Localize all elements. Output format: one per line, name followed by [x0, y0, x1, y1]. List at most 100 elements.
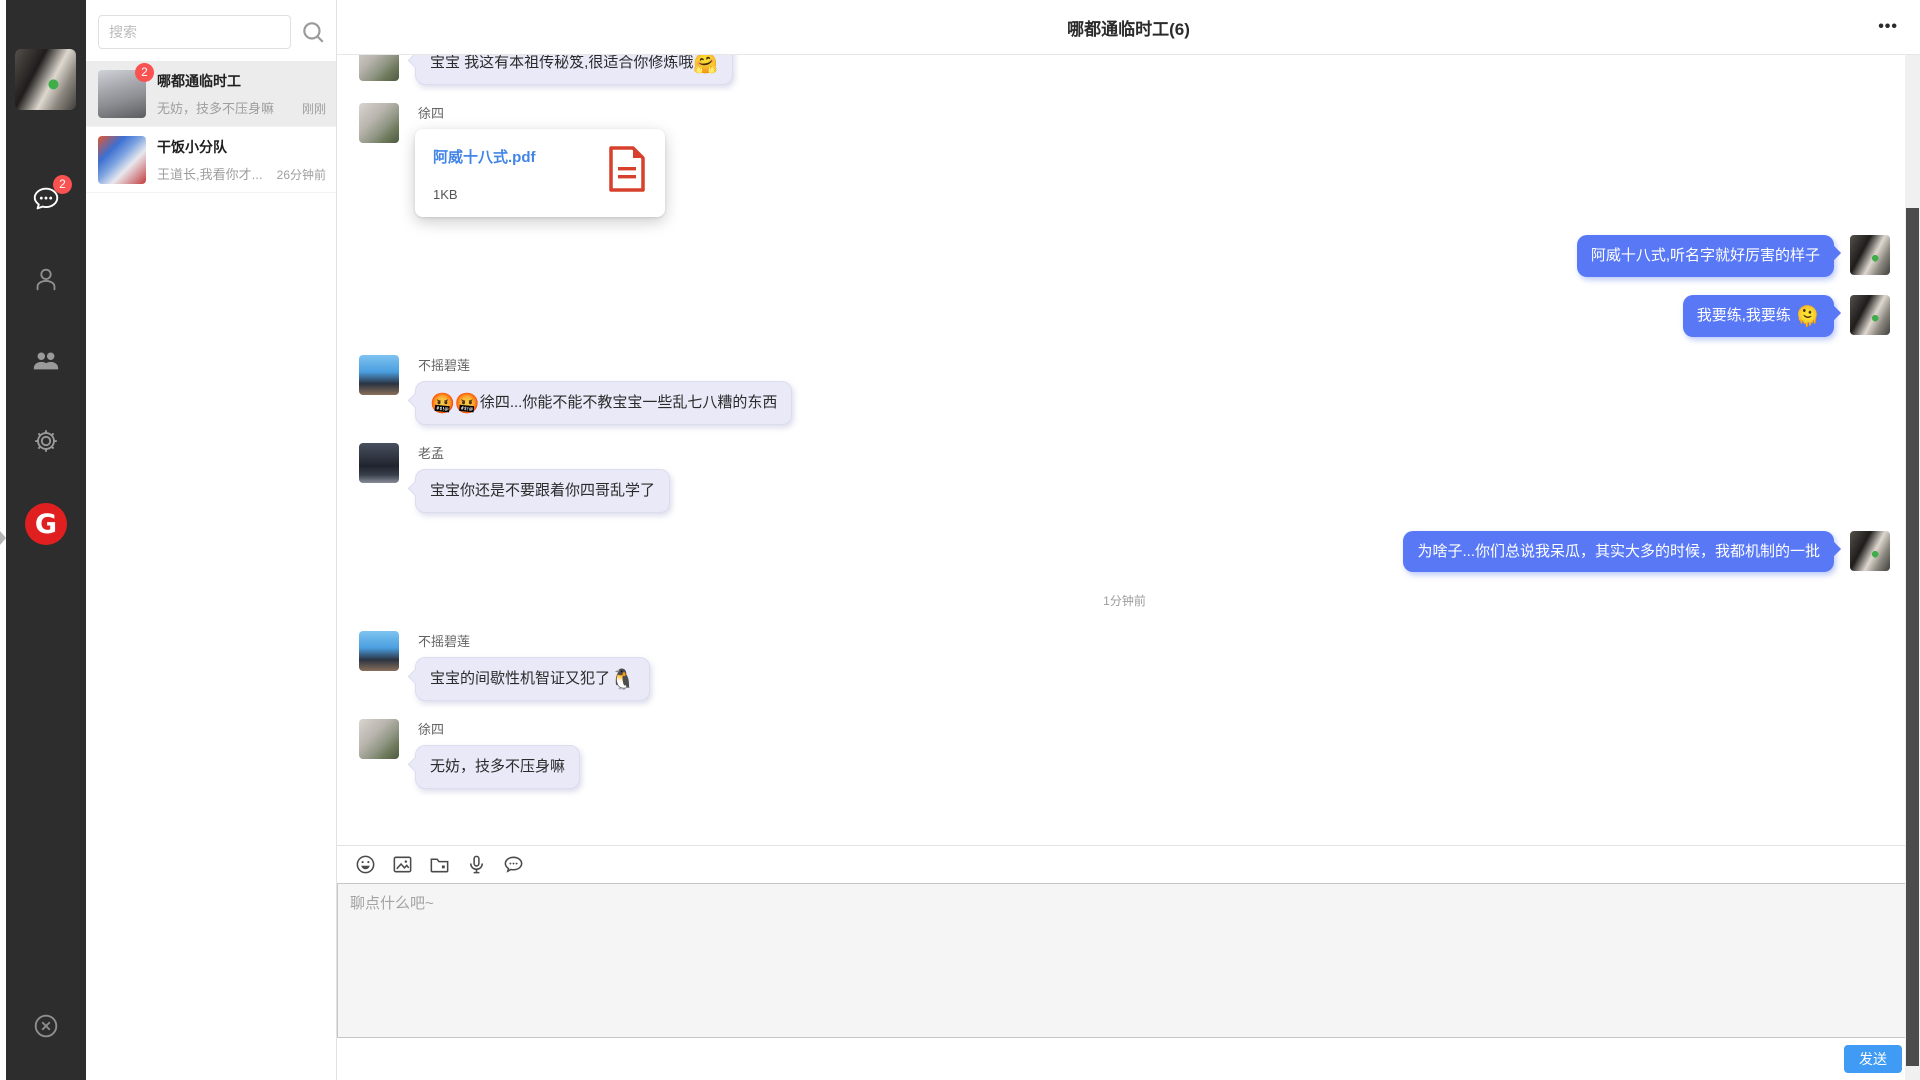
scrollbar-track[interactable]	[1905, 55, 1920, 1080]
person-icon	[31, 264, 61, 294]
conversation-list: 2 哪都通临时工 无妨，技多不压身嘛 刚刚 干饭小分队 王道长,我看你才... …	[86, 0, 337, 1080]
avatar[interactable]	[359, 55, 399, 81]
message-body: 老孟宝宝你还是不要跟着你四哥乱学了	[415, 443, 670, 513]
scrollbar-thumb[interactable]	[1906, 208, 1919, 1066]
gear-icon	[31, 426, 61, 456]
sidebar-item-groups[interactable]	[31, 345, 61, 375]
message-body: 徐四阿威十八式.pdf 1KB	[415, 103, 665, 217]
pdf-file-icon	[607, 146, 647, 202]
avatar[interactable]	[359, 355, 399, 395]
message-bubble: 🤬🤬徐四...你能不能不教宝宝一些乱七八糟的东西	[415, 381, 792, 425]
conversation-item-ganfan[interactable]: 干饭小分队 王道长,我看你才... 26分钟前	[86, 127, 336, 193]
message-body: 我要练,我要练 🫠	[1683, 295, 1834, 337]
send-file-button[interactable]	[428, 853, 451, 876]
message-body: 不摇碧莲宝宝的间歇性机智证又犯了🐧	[415, 631, 650, 701]
message-bubble: 宝宝你还是不要跟着你四哥乱学了	[415, 469, 670, 513]
image-icon	[391, 853, 414, 876]
sidebar-item-contacts[interactable]	[31, 264, 61, 294]
message-text: 我要练,我要练	[1697, 307, 1795, 324]
message-bubble: 宝宝的间歇性机智证又犯了🐧	[415, 657, 650, 701]
avatar[interactable]	[1850, 531, 1890, 571]
user-avatar[interactable]	[15, 49, 76, 110]
folder-icon	[428, 853, 451, 876]
avatar[interactable]	[359, 443, 399, 483]
message-text: 宝宝的间歇性机智证又犯了	[430, 670, 610, 687]
send-image-button[interactable]	[391, 853, 414, 876]
message-body: 阿威十八式,听名字就好厉害的样子	[1577, 235, 1834, 277]
sender-name: 老孟	[418, 443, 670, 462]
message-row: 不摇碧莲宝宝的间歇性机智证又犯了🐧	[359, 631, 1890, 701]
conversation-time: 26分钟前	[277, 166, 326, 183]
search-input[interactable]	[98, 15, 291, 49]
group-icon	[31, 345, 61, 375]
chat-history-button[interactable]	[502, 853, 525, 876]
message-row: 为啥子...你们总说我呆瓜，其实大多的时候，我都机制的一批	[359, 531, 1890, 573]
message-row: 不摇碧莲🤬🤬徐四...你能不能不教宝宝一些乱七八糟的东西	[359, 355, 1890, 425]
conversation-item-nadutong[interactable]: 2 哪都通临时工 无妨，技多不压身嘛 刚刚	[86, 61, 336, 127]
message-text: 宝宝 我这有本祖传秘笈,很适合你修炼哦	[430, 55, 693, 71]
composer-footer: 发送	[337, 1038, 1920, 1080]
group-avatar	[98, 136, 146, 184]
sender-name: 不摇碧莲	[418, 631, 650, 650]
message-input[interactable]	[337, 883, 1920, 1038]
file-info: 阿威十八式.pdf 1KB	[433, 146, 536, 202]
chat-history-icon	[502, 853, 525, 876]
nav-sidebar: 2 G	[6, 0, 86, 1080]
sidebar-item-settings[interactable]	[31, 426, 61, 456]
search-bar	[86, 0, 336, 61]
chat-pane: 哪都通临时工(6) ••• 宝宝 我这有本祖传秘笈,很适合你修炼哦🤗徐四阿威十八…	[337, 0, 1920, 1080]
message-row: 阿威十八式,听名字就好厉害的样子	[359, 235, 1890, 277]
smiley-icon	[354, 853, 377, 876]
message-row: 宝宝 我这有本祖传秘笈,很适合你修炼哦🤗	[359, 55, 1890, 85]
conversation-time: 刚刚	[302, 100, 326, 117]
emoji: 🤬	[455, 393, 480, 415]
message-bubble: 我要练,我要练 🫠	[1683, 295, 1834, 337]
avatar[interactable]	[1850, 295, 1890, 335]
message-row: 徐四阿威十八式.pdf 1KB	[359, 103, 1890, 217]
avatar[interactable]	[359, 719, 399, 759]
emoji: 🤬	[430, 393, 455, 415]
conversation-info: 哪都通临时工 无妨，技多不压身嘛 刚刚	[157, 71, 326, 117]
sender-name: 徐四	[418, 103, 665, 122]
file-name: 阿威十八式.pdf	[433, 146, 536, 167]
voice-message-button[interactable]	[465, 853, 488, 876]
sender-name: 不摇碧莲	[418, 355, 792, 374]
message-bubble: 为啥子...你们总说我呆瓜，其实大多的时候，我都机制的一批	[1403, 531, 1834, 573]
circled-x-icon	[31, 1011, 61, 1041]
message-body: 为啥子...你们总说我呆瓜，其实大多的时候，我都机制的一批	[1403, 531, 1834, 573]
microphone-icon	[465, 853, 488, 876]
emoji-picker-button[interactable]	[354, 853, 377, 876]
message-body: 宝宝 我这有本祖传秘笈,很适合你修炼哦🤗	[415, 55, 733, 85]
message-bubble: 阿威十八式,听名字就好厉害的样子	[1577, 235, 1834, 277]
message-body: 徐四无妨，技多不压身嘛	[415, 719, 580, 789]
emoji: 🤗	[693, 55, 718, 75]
group-avatar: 2	[98, 70, 146, 118]
chat-header: 哪都通临时工(6) •••	[337, 0, 1920, 55]
message-bubble: 无妨，技多不压身嘛	[415, 745, 580, 789]
file-size: 1KB	[433, 187, 536, 202]
avatar[interactable]	[359, 631, 399, 671]
message-row: 徐四无妨，技多不压身嘛	[359, 719, 1890, 789]
avatar[interactable]	[1850, 235, 1890, 275]
search-button[interactable]	[300, 19, 326, 45]
message-body: 不摇碧莲🤬🤬徐四...你能不能不教宝宝一些乱七八糟的东西	[415, 355, 792, 425]
chat-app-window: 2 G	[0, 0, 1920, 1080]
sidebar-item-chats[interactable]: 2	[31, 184, 61, 214]
message-text: 宝宝你还是不要跟着你四哥乱学了	[430, 482, 655, 499]
send-button[interactable]: 发送	[1844, 1045, 1902, 1073]
message-text: 为啥子...你们总说我呆瓜，其实大多的时候，我都机制的一批	[1417, 543, 1820, 560]
more-menu-icon[interactable]: •••	[1878, 18, 1898, 36]
message-list: 宝宝 我这有本祖传秘笈,很适合你修炼哦🤗徐四阿威十八式.pdf1KB阿威十八式,…	[337, 55, 1920, 845]
unread-badge: 2	[135, 63, 154, 82]
close-button[interactable]	[31, 1011, 61, 1041]
message-text: 徐四...你能不能不教宝宝一些乱七八糟的东西	[480, 394, 778, 411]
file-attachment[interactable]: 阿威十八式.pdf 1KB	[415, 129, 665, 217]
conversation-title: 干饭小分队	[157, 137, 326, 157]
time-divider: 1分钟前	[359, 592, 1890, 609]
search-icon	[300, 19, 326, 45]
pdf-file-icon	[607, 146, 647, 192]
chat-title: 哪都通临时工(6)	[1067, 15, 1190, 40]
sender-name: 徐四	[418, 719, 580, 738]
app-logo[interactable]: G	[25, 503, 67, 545]
avatar[interactable]	[359, 103, 399, 143]
